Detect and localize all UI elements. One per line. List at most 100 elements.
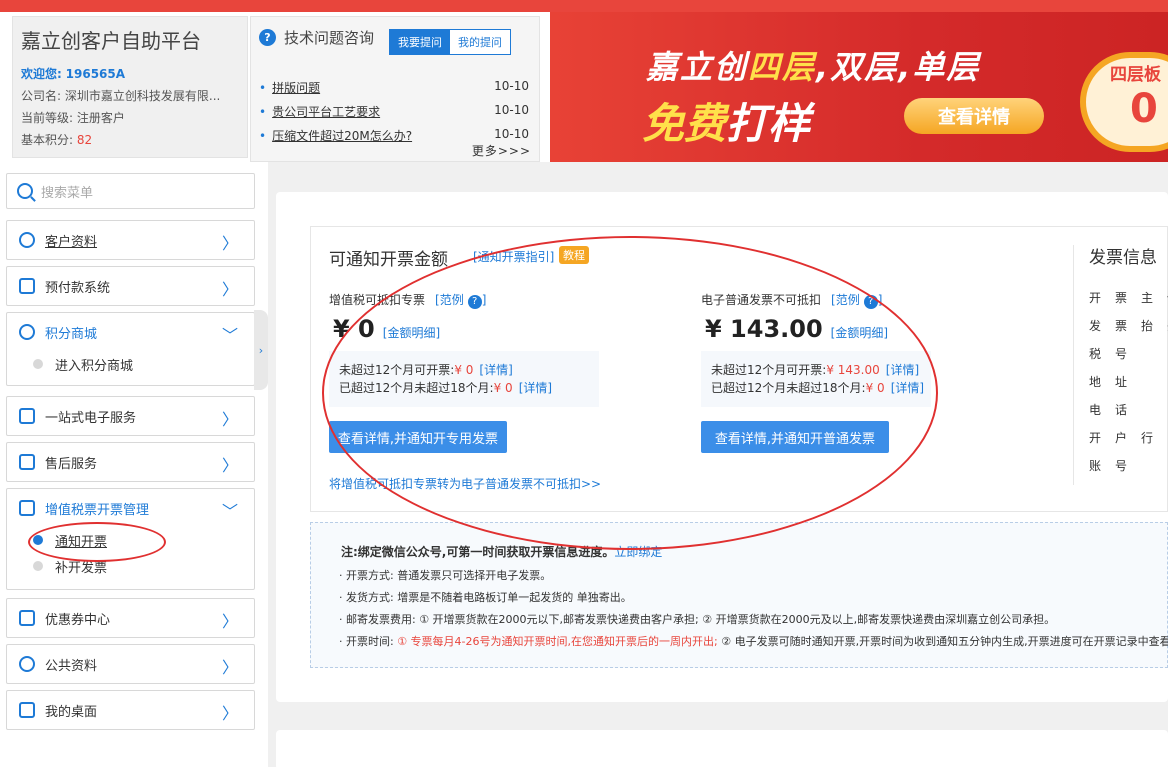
question-date: 10-10 xyxy=(494,79,529,93)
note-label: · 邮寄发票费用: xyxy=(339,613,416,626)
invoice-field-label: 开票主体 xyxy=(1089,291,1168,305)
sidebar-item-label: 积分商城 xyxy=(45,326,98,342)
bullet-icon xyxy=(33,561,43,571)
note-line: · 邮寄发票费用: ① 开增票货款在2000元以下,邮寄发票快递费由客户承担; … xyxy=(339,611,1055,627)
invoice-icon xyxy=(19,500,35,516)
bullet-icon xyxy=(33,359,43,369)
question-date: 10-10 xyxy=(494,103,529,117)
level-line: 当前等级: 注册客户 xyxy=(21,109,125,126)
award-icon xyxy=(19,324,35,340)
more-questions-link[interactable]: 更多>>> xyxy=(472,142,531,159)
banner-subline: 免费打样 xyxy=(642,90,810,151)
welcome-label: 欢迎您: xyxy=(21,67,62,81)
invoice-field-label: 地址 xyxy=(1089,375,1142,389)
note-text: ① 开增票货款在2000元以下,邮寄发票快递费由客户承担; ② 开增票货款在20… xyxy=(419,613,1056,626)
chevron-down-icon: ﹀ xyxy=(221,326,238,345)
top-accent-bar xyxy=(0,0,1168,12)
platform-title: 嘉立创客户自助平台 xyxy=(21,29,201,53)
banner-highlight: 四层 xyxy=(748,48,817,86)
company-name: 深圳市嘉立创科技发展有限... xyxy=(64,89,221,103)
chevron-right-icon: 〉 xyxy=(221,704,238,723)
note-text-red: ① 专票每月4-26号为通知开票时间,在您通知开票后的一周内开出; xyxy=(397,635,718,648)
sidebar: 搜索菜单 客户资料〉 预付款系统〉 积分商城 ﹀ 进入积分商城 一站式电子服务〉 … xyxy=(0,162,268,767)
share-icon xyxy=(19,656,35,672)
sidebar-item-label: 我的桌面 xyxy=(45,704,98,720)
tab-ask-question[interactable]: 我要提问 xyxy=(390,30,450,54)
search-icon xyxy=(17,183,33,199)
points-line: 基本积分: 82 xyxy=(21,131,92,148)
tech-head: ? 技术问题咨询 xyxy=(259,27,374,48)
tech-title: 技术问题咨询 xyxy=(284,29,375,47)
question-tabs: 我要提问 我的提问 xyxy=(389,29,511,55)
banner-headline: 嘉立创四层,双层,单层 xyxy=(646,42,980,88)
search-menu-input[interactable]: 搜索菜单 xyxy=(6,173,255,209)
banner-badge-value: 0 xyxy=(1130,86,1158,132)
chevron-right-icon: 〉 xyxy=(221,456,238,475)
sub-item-enter-mall[interactable]: 进入积分商城 xyxy=(7,351,254,377)
question-link[interactable]: 压缩文件超过20M怎么办? xyxy=(259,127,412,144)
banner-badge-text: 四层板 xyxy=(1110,65,1161,85)
note-line: · 开票时间: ① 专票每月4-26号为通知开票时间,在您通知开票后的一周内开出… xyxy=(339,633,1168,649)
user-info-panel: 嘉立创客户自助平台 欢迎您: 196565A 公司名: 深圳市嘉立创科技发展有限… xyxy=(12,16,248,158)
level-label: 当前等级: xyxy=(21,111,74,125)
note-text: 普通发票只可选择开电子发票。 xyxy=(397,569,552,582)
banner-text: 打样 xyxy=(726,99,811,148)
annotation-ellipse xyxy=(28,522,166,562)
service-icon xyxy=(19,454,35,470)
annotation-ellipse xyxy=(322,236,938,550)
banner-details-button[interactable]: 查看详情 xyxy=(904,98,1044,134)
question-item[interactable]: 拼版问题 10-10 xyxy=(259,79,529,96)
level-value: 注册客户 xyxy=(76,111,125,125)
search-placeholder: 搜索菜单 xyxy=(41,185,94,201)
sidebar-item-label: 优惠券中心 xyxy=(45,612,111,628)
invoice-field-label: 电话 xyxy=(1089,403,1142,417)
chevron-right-icon: 〉 xyxy=(221,280,238,299)
sidebar-item-label: 增值税票开票管理 xyxy=(45,502,150,518)
sidebar-item-my-desktop[interactable]: 我的桌面 〉 xyxy=(6,690,255,730)
banner-highlight: 免费 xyxy=(642,99,727,148)
question-icon: ? xyxy=(259,29,276,46)
invoice-field-label: 账号 xyxy=(1089,459,1142,473)
company-line: 公司名: 深圳市嘉立创科技发展有限... xyxy=(21,87,220,104)
note-label: · 开票时间: xyxy=(339,635,394,648)
sidebar-item-label: 售后服务 xyxy=(45,456,98,472)
sidebar-item-label: 预付款系统 xyxy=(45,280,111,296)
sidebar-item-label: 客户资料 xyxy=(45,234,98,250)
banner-text: 嘉立创 xyxy=(646,48,749,86)
sidebar-item-points-mall[interactable]: 积分商城 ﹀ 进入积分商城 xyxy=(6,312,255,386)
points-label: 基本积分: xyxy=(21,133,74,147)
note-label: · 发货方式: xyxy=(339,591,394,604)
chevron-right-icon: 〉 xyxy=(221,658,238,677)
sidebar-item-label: 公共资料 xyxy=(45,658,98,674)
sidebar-item-electronic-service[interactable]: 一站式电子服务 〉 xyxy=(6,396,255,436)
sidebar-item-customer-info[interactable]: 客户资料 〉 xyxy=(6,220,255,260)
question-link[interactable]: 拼版问题 xyxy=(259,79,320,96)
coupon-icon xyxy=(19,610,35,626)
chevron-right-icon: 〉 xyxy=(221,410,238,429)
invoice-field-label: 税号 xyxy=(1089,347,1142,361)
points-value: 82 xyxy=(76,133,93,147)
sidebar-item-label: 一站式电子服务 xyxy=(45,410,137,426)
sidebar-item-coupon-center[interactable]: 优惠券中心 〉 xyxy=(6,598,255,638)
user-id: 196565A xyxy=(65,67,126,81)
chevron-right-icon: 〉 xyxy=(221,234,238,253)
sidebar-item-prepayment[interactable]: 预付款系统 〉 xyxy=(6,266,255,306)
question-item[interactable]: 贵公司平台工艺要求 10-10 xyxy=(259,103,529,120)
question-link[interactable]: 贵公司平台工艺要求 xyxy=(259,103,380,120)
note-text: 增票是不随着电路板订单一起发货的 单独寄出。 xyxy=(397,591,632,604)
divider xyxy=(1073,245,1074,485)
chevron-down-icon: ﹀ xyxy=(221,502,238,521)
tab-my-questions[interactable]: 我的提问 xyxy=(450,30,510,54)
section-title: 可通知开票金额 xyxy=(329,250,448,270)
note-text: ② 电子发票可随时通知开票,开票时间为收到通知五分钟内生成,开票进度可在开票记录… xyxy=(721,635,1168,648)
notes-panel: 注:绑定微信公众号,可第一时间获取开票信息进度。立即绑定 · 开票方式: 普通发… xyxy=(310,522,1168,668)
banner-text: ,双层,单层 xyxy=(816,48,981,86)
promo-banner[interactable]: 嘉立创四层,双层,单层 免费打样 查看详情 四层板 0 xyxy=(550,12,1168,162)
sidebar-collapse-toggle[interactable]: › xyxy=(254,310,268,390)
chevron-right-icon: 〉 xyxy=(221,612,238,631)
sidebar-item-after-sales[interactable]: 售后服务 〉 xyxy=(6,442,255,482)
sub-item-label: 进入积分商城 xyxy=(55,358,134,374)
note-label: · 开票方式: xyxy=(339,569,394,582)
sidebar-item-public-data[interactable]: 公共资料 〉 xyxy=(6,644,255,684)
wallet-icon xyxy=(19,278,35,294)
